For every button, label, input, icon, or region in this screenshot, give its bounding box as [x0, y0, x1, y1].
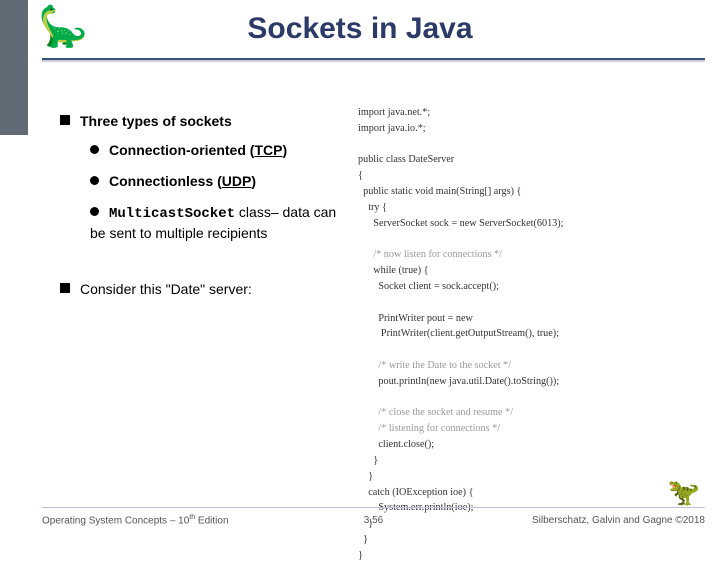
bullet-1a-suffix: ): [282, 142, 287, 158]
bullet-1a: Connection-oriented (TCP): [90, 141, 350, 160]
footer-copyright: Silberschatz, Galvin and Gagne ©2018: [532, 515, 705, 526]
code-l23: }: [358, 455, 378, 466]
bullet-1b-prefix: Connectionless (: [109, 173, 222, 189]
code-l04: public class DateServer: [358, 154, 454, 165]
code-l06: public static void main(String[] args) {: [358, 186, 521, 197]
code-l08: ServerSocket sock = new ServerSocket(601…: [358, 218, 563, 229]
bullet-1a-link: TCP: [254, 142, 282, 158]
square-bullet-icon: [60, 115, 70, 125]
round-bullet-icon: [90, 176, 99, 185]
code-l29: }: [358, 550, 363, 561]
footer-left-a: Operating System Concepts – 10: [42, 515, 189, 526]
bullet-1a-prefix: Connection-oriented (: [109, 142, 254, 158]
bullet-1: Three types of sockets: [60, 112, 350, 131]
code-l02: import java.io.*;: [358, 123, 426, 134]
code-l20: /* close the socket and resume */: [358, 407, 513, 418]
bullet-2-text: Consider this "Date" server:: [80, 281, 252, 297]
code-l17: /* write the Date to the socket */: [358, 360, 511, 371]
title-area: Sockets in Java: [0, 12, 720, 46]
footer-left: Operating System Concepts – 10th Edition: [42, 514, 229, 526]
code-l18: pout.println(new java.util.Date().toStri…: [358, 376, 559, 387]
bullet-2: Consider this "Date" server:: [60, 280, 350, 299]
round-bullet-icon: [90, 145, 99, 154]
bullet-1b-suffix: ): [251, 173, 256, 189]
bullet-1b-link: UDP: [222, 173, 252, 189]
slide: 🦕 Sockets in Java Three types of sockets…: [0, 0, 720, 540]
bullet-1b: Connectionless (UDP): [90, 172, 350, 191]
code-l28: }: [358, 534, 368, 545]
bullet-1-text: Three types of sockets: [80, 113, 232, 129]
code-l21: /* listening for connections */: [358, 423, 500, 434]
code-snippet: import java.net.*; import java.io.*; pub…: [358, 105, 703, 564]
code-l11: while (true) {: [358, 265, 429, 276]
code-l05: {: [358, 170, 363, 181]
footer-page-number: 3.56: [364, 515, 383, 526]
code-l22: client.close();: [358, 439, 434, 450]
code-l25: catch (IOException ioe) {: [358, 487, 474, 498]
code-l10: /* now listen for connections */: [358, 249, 502, 260]
title-underline: [42, 58, 705, 62]
footer-left-b: Edition: [195, 515, 228, 526]
code-l24: }: [358, 471, 373, 482]
square-bullet-icon: [60, 283, 70, 293]
code-l01: import java.net.*;: [358, 107, 430, 118]
code-l07: try {: [358, 202, 387, 213]
bullet-1c: MulticastSocket class– data can be sent …: [90, 203, 350, 243]
footer: Operating System Concepts – 10th Edition…: [42, 506, 705, 526]
dinosaur-icon-right: 🦖: [668, 477, 700, 508]
round-bullet-icon: [90, 207, 99, 216]
slide-title: Sockets in Java: [0, 12, 720, 46]
code-l12: Socket client = sock.accept();: [358, 281, 499, 292]
sidebar-stripe: [0, 0, 28, 540]
code-l14: PrintWriter pout = new: [358, 313, 473, 324]
bullet-1c-code: MulticastSocket: [109, 206, 235, 222]
content-left: Three types of sockets Connection-orient…: [60, 112, 350, 309]
code-l15: PrintWriter(client.getOutputStream(), tr…: [358, 328, 559, 339]
